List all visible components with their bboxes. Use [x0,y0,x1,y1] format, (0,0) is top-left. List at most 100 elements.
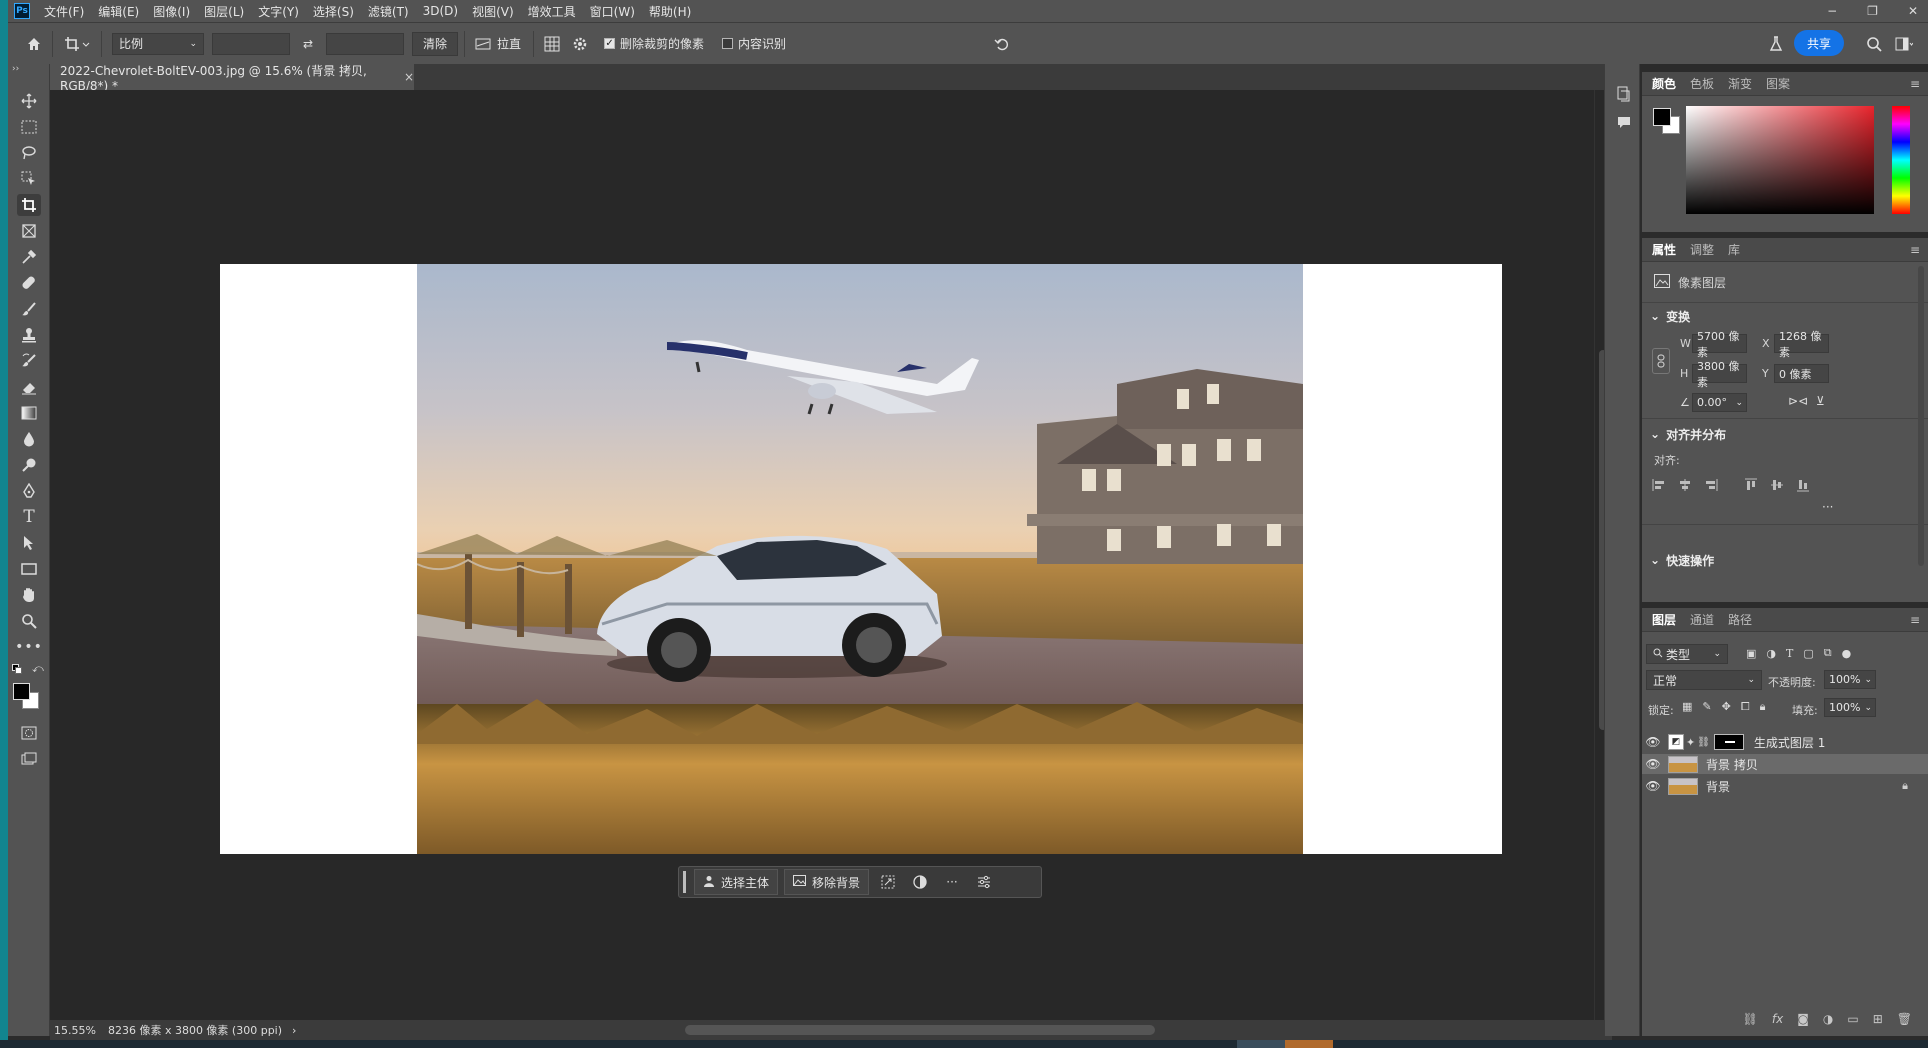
align-section-header[interactable]: ⌄ 对齐并分布 [1642,424,1726,444]
sliders-icon[interactable] [971,869,997,895]
menu-view[interactable]: 视图(V) [472,3,514,20]
filter-type-icon[interactable]: T [1786,647,1793,660]
align-bottom-icon[interactable] [1796,478,1810,495]
tab-swatches[interactable]: 色板 [1690,75,1714,92]
eyedropper-tool-icon[interactable] [17,246,41,268]
marquee-tool-icon[interactable] [17,116,41,138]
rectangle-tool-icon[interactable] [17,558,41,580]
align-center-horizontal-icon[interactable] [1678,478,1692,495]
transform-icon[interactable] [875,869,901,895]
tab-color[interactable]: 颜色 [1652,75,1676,92]
layer-row-selected[interactable]: 👁︎ 背景 拷贝 [1642,754,1928,774]
close-tab-icon[interactable]: × [404,70,414,84]
width-field[interactable]: 5700 像素 [1692,330,1747,359]
zoom-level[interactable]: 15.55% [54,1024,96,1037]
link-icon[interactable]: ⛓︎ [1743,1012,1758,1026]
remove-background-button[interactable]: 移除背景 [784,869,870,895]
menu-3d[interactable]: 3D(D) [423,4,458,18]
group-icon[interactable]: ▭ [1847,1012,1858,1026]
filter-adjustment-icon[interactable]: ◑ [1766,647,1776,660]
y-field[interactable]: 0 像素 [1774,364,1829,383]
color-foreground-swatch[interactable] [1653,108,1671,126]
panel-menu-icon[interactable]: ≡ [1910,613,1920,627]
quick-actions-section-header[interactable]: ⌄ 快速操作 [1642,550,1714,570]
minimize-button[interactable]: − [1827,4,1837,18]
filter-smart-object-icon[interactable]: ⧉ [1824,646,1832,660]
straighten-icon[interactable] [471,32,495,56]
tab-paths[interactable]: 路径 [1728,611,1752,628]
lock-transparent-icon[interactable]: ▦ [1682,700,1692,714]
lasso-tool-icon[interactable] [17,142,41,164]
visibility-eye-icon[interactable]: 👁︎ [1642,735,1664,749]
layer-filter-select[interactable]: 类型 ⌄ [1646,644,1728,664]
pen-tool-icon[interactable] [17,480,41,502]
flip-horizontal-icon[interactable]: ⊳⊲ [1788,394,1808,408]
brush-tool-icon[interactable] [17,298,41,320]
menu-filter[interactable]: 滤镜(T) [368,3,409,20]
adjustment-circle-icon[interactable] [907,869,933,895]
crop-tool-icon[interactable] [17,194,41,216]
transform-section-header[interactable]: ⌄ 变换 [1642,306,1690,326]
menu-file[interactable]: 文件(F) [44,3,84,20]
adjustment-icon[interactable]: ◑ [1823,1012,1833,1026]
menu-window[interactable]: 窗口(W) [590,3,635,20]
flask-icon[interactable] [1764,32,1788,56]
delete-cropped-checkbox[interactable]: ✓ 删除裁剪的像素 [604,35,704,52]
filter-toggle-icon[interactable]: ● [1842,647,1852,660]
swap-colors-icon[interactable]: ⤺ [32,662,44,676]
foreground-color-swatch[interactable] [13,683,30,700]
clear-button[interactable]: 清除 [412,31,459,56]
height-field[interactable]: 3800 像素 [1692,360,1747,389]
zoom-tool-icon[interactable] [17,610,41,632]
gradient-tool-icon[interactable] [17,402,41,424]
fx-icon[interactable]: fx [1772,1012,1783,1026]
opacity-field[interactable]: 100% ⌄ [1824,670,1876,689]
visibility-eye-icon[interactable]: 👁︎ [1642,779,1664,793]
tab-libraries[interactable]: 库 [1728,241,1740,258]
tab-layers[interactable]: 图层 [1652,611,1676,628]
more-options-icon[interactable]: ··· [939,869,965,895]
ratio-height-input[interactable] [326,32,404,55]
close-button[interactable]: ✕ [1908,4,1918,18]
menu-layer[interactable]: 图层(L) [204,3,244,20]
object-selection-tool-icon[interactable] [17,168,41,190]
panel-menu-icon[interactable]: ≡ [1910,243,1920,257]
properties-scrollbar[interactable] [1918,266,1924,566]
trash-icon[interactable]: 🗑︎ [1897,1012,1912,1026]
lock-position-icon[interactable]: ✥ [1722,700,1731,714]
path-selection-tool-icon[interactable] [17,532,41,554]
align-middle-vertical-icon[interactable] [1770,478,1784,495]
layer-row[interactable]: 👁︎ ◩ ✦ ⛓︎ 生成式图层 1 [1642,732,1928,752]
blur-tool-icon[interactable] [17,428,41,450]
crop-preset-icon[interactable] [59,32,95,56]
eraser-tool-icon[interactable] [17,376,41,398]
hue-slider[interactable] [1892,106,1910,214]
select-subject-button[interactable]: 选择主体 [694,869,779,895]
document-tab[interactable]: 2022-Chevrolet-BoltEV-003.jpg @ 15.6% (背… [50,64,414,93]
new-layer-icon[interactable]: ⊞ [1873,1012,1883,1026]
panel-menu-icon[interactable]: ≡ [1910,77,1920,91]
more-align-options-icon[interactable]: ··· [1822,500,1833,514]
collapse-chevrons-icon[interactable]: ›› [12,64,19,74]
restore-button[interactable]: ❐ [1867,4,1878,18]
angle-field[interactable]: 0.00° ⌄ [1692,393,1747,412]
ratio-select[interactable]: 比例 ⌄ [112,32,204,55]
lock-paint-icon[interactable]: ✎ [1702,700,1711,714]
tab-gradients[interactable]: 渐变 [1728,75,1752,92]
home-icon[interactable] [22,32,46,56]
move-tool-icon[interactable] [17,90,41,112]
undo-reset-icon[interactable] [990,32,1014,56]
tab-properties[interactable]: 属性 [1652,241,1676,258]
blend-mode-select[interactable]: 正常 ⌄ [1646,670,1762,690]
menu-select[interactable]: 选择(S) [313,3,354,20]
visibility-eye-icon[interactable]: 👁︎ [1642,757,1664,771]
menu-image[interactable]: 图像(I) [153,3,190,20]
tab-channels[interactable]: 通道 [1690,611,1714,628]
history-brush-tool-icon[interactable] [17,350,41,372]
history-panel-icon[interactable] [1617,86,1631,105]
layer-row[interactable]: 👁︎ 背景 🔒︎ [1642,776,1928,796]
filter-shape-icon[interactable]: ▢ [1803,647,1813,660]
share-button[interactable]: 共享 [1794,30,1844,56]
stamp-tool-icon[interactable] [17,324,41,346]
lock-all-icon[interactable]: 🔒︎ [1760,700,1766,714]
